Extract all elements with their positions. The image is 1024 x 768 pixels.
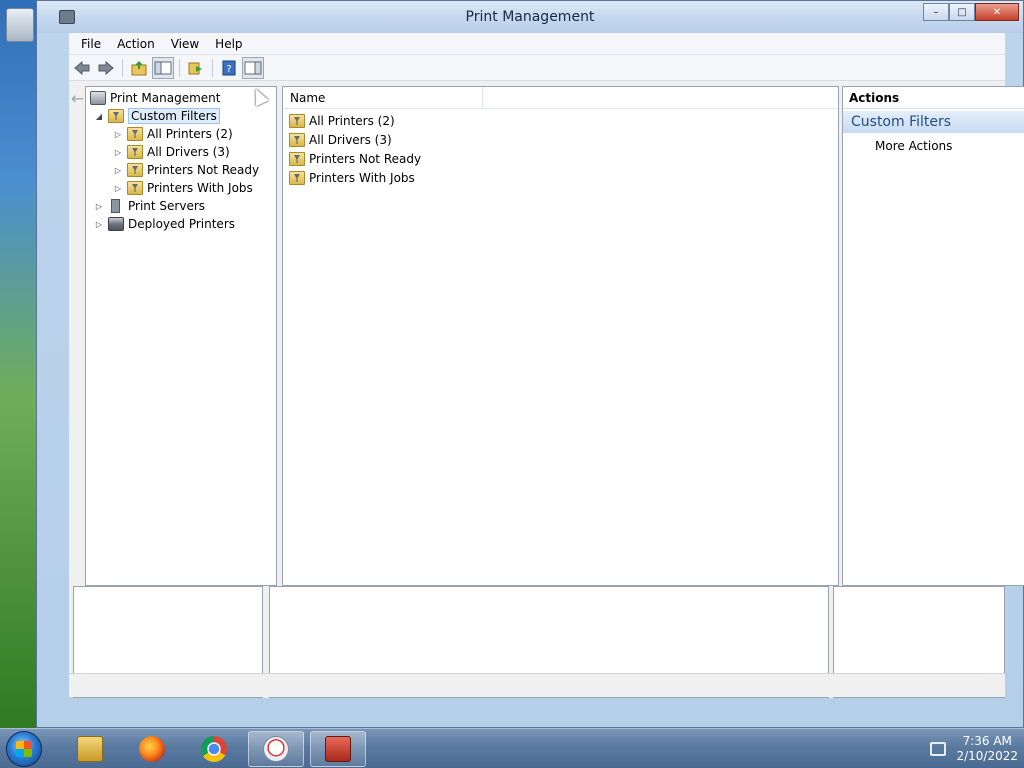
column-header-name[interactable]: Name [283, 87, 483, 108]
actions-pane: Actions Custom Filters ▲ More Actions ▶ [842, 86, 1024, 586]
console-tree-pane: Print Management ◢ Custom Filters ▷ All … [85, 86, 277, 586]
chrome-icon[interactable] [186, 731, 242, 767]
actions-group-custom-filters[interactable]: Custom Filters ▲ [843, 111, 1024, 133]
clock-time: 7:36 AM [962, 734, 1012, 748]
up-folder-icon[interactable] [128, 57, 150, 79]
toolbar-separator [179, 58, 180, 77]
print-management-icon [90, 91, 106, 105]
minimize-button[interactable]: – [923, 3, 949, 21]
list-item-label: All Printers (2) [309, 114, 395, 128]
clock-date: 2/10/2022 [956, 749, 1018, 763]
file-explorer-icon[interactable] [62, 731, 118, 767]
tree-item-label: All Printers (2) [147, 127, 233, 141]
print-management-icon[interactable] [310, 731, 366, 767]
menu-bar: File Action View Help [69, 33, 1005, 55]
tree-item-custom-filters[interactable]: ◢ Custom Filters [94, 107, 220, 125]
clock[interactable]: 7:36 AM 2/10/2022 [956, 734, 1018, 764]
window-controls: – □ ✕ [923, 3, 1019, 21]
filter-folder-icon [127, 127, 143, 141]
filter-folder-icon [289, 114, 305, 128]
collapsed-triangle-icon[interactable]: ▷ [94, 202, 104, 211]
list-item-label: Printers With Jobs [309, 171, 415, 185]
actions-pane-title: Actions [843, 87, 1024, 109]
back-icon[interactable] [71, 57, 93, 79]
actions-group-label: Custom Filters [851, 114, 952, 130]
list-item-label: All Drivers (3) [309, 133, 392, 147]
list-item[interactable]: All Drivers (3) [289, 131, 392, 149]
collapsed-triangle-icon[interactable]: ▷ [113, 130, 123, 139]
filter-folder-icon [127, 181, 143, 195]
tree-item-print-management[interactable]: Print Management [90, 89, 220, 107]
show-hide-action-pane-icon[interactable] [242, 56, 264, 79]
tree-item-all-printers[interactable]: ▷ All Printers (2) [113, 125, 233, 143]
tree-item-label: Deployed Printers [128, 217, 236, 231]
printer-icon [108, 217, 124, 231]
status-bar [69, 673, 1005, 697]
tree-item-printers-not-ready[interactable]: ▷ Printers Not Ready [113, 161, 259, 179]
filter-folder-icon [127, 145, 143, 159]
list-header: Name [283, 87, 838, 109]
nav-back-arrow-icon[interactable]: ← [71, 89, 85, 109]
window-client-area: File Action View Help ? ← Print Manageme… [69, 33, 1024, 698]
tree-item-label: Printers With Jobs [147, 181, 253, 195]
recycle-bin-icon[interactable] [6, 8, 34, 42]
tree-item-label: Custom Filters [128, 108, 220, 124]
menu-action[interactable]: Action [109, 37, 163, 51]
network-icon[interactable] [930, 742, 947, 756]
collapsed-triangle-icon[interactable]: ▷ [113, 148, 123, 157]
tree-item-label: Print Servers [128, 199, 206, 213]
tree-item-printers-with-jobs[interactable]: ▷ Printers With Jobs [113, 179, 253, 197]
forward-icon[interactable] [95, 57, 117, 79]
menu-view[interactable]: View [163, 37, 207, 51]
toolbar-separator [122, 58, 123, 77]
tree-item-label: All Drivers (3) [147, 145, 230, 159]
window-title: Print Management [465, 9, 595, 25]
tree-item-label: Print Management [110, 91, 221, 105]
export-list-icon[interactable] [185, 57, 207, 79]
system-tray: 7:36 AM 2/10/2022 [930, 733, 1018, 765]
svg-text:?: ? [226, 64, 231, 75]
server-icon [111, 199, 120, 213]
firefox-icon[interactable] [124, 731, 180, 767]
list-item[interactable]: All Printers (2) [289, 112, 395, 130]
collapsed-triangle-icon[interactable]: ▷ [113, 166, 123, 175]
filter-folder-icon [127, 163, 143, 177]
taskbar: 7:36 AM 2/10/2022 [0, 728, 1024, 768]
menu-file[interactable]: File [73, 37, 109, 51]
show-hide-tree-icon[interactable] [152, 56, 174, 79]
results-list-pane: Name All Printers (2) All Drivers (3) Pr… [282, 86, 839, 586]
filter-folder-icon [108, 109, 124, 123]
list-item[interactable]: Printers Not Ready [289, 150, 421, 168]
help-icon[interactable]: ? [218, 57, 240, 79]
filter-folder-icon [289, 152, 305, 166]
maximize-button[interactable]: □ [949, 3, 975, 21]
tree-item-label: Printers Not Ready [147, 163, 260, 177]
tree-item-all-drivers[interactable]: ▷ All Drivers (3) [113, 143, 230, 161]
menu-help[interactable]: Help [207, 37, 250, 51]
collapsed-triangle-icon[interactable]: ▷ [113, 184, 123, 193]
start-button[interactable] [6, 731, 42, 767]
title-bar[interactable]: Print Management – □ ✕ [37, 1, 1023, 33]
toolbar: ? [69, 55, 1005, 81]
action-label: More Actions [875, 139, 953, 153]
filter-folder-icon [289, 171, 305, 185]
tree-item-deployed-printers[interactable]: ▷ Deployed Printers [94, 215, 235, 233]
snipping-tool-icon[interactable] [248, 731, 304, 767]
print-management-window: Print Management – □ ✕ File Action View … [36, 0, 1024, 728]
filter-folder-icon [289, 133, 305, 147]
collapsed-triangle-icon[interactable]: ▷ [94, 220, 104, 229]
close-button[interactable]: ✕ [975, 3, 1019, 21]
list-item[interactable]: Printers With Jobs [289, 169, 415, 187]
expanded-triangle-icon[interactable]: ◢ [94, 112, 104, 121]
desktop-background [0, 0, 40, 728]
toolbar-separator [212, 58, 213, 77]
tree-item-print-servers[interactable]: ▷ Print Servers [94, 197, 205, 215]
list-item-label: Printers Not Ready [309, 152, 422, 166]
action-more-actions[interactable]: More Actions ▶ [875, 137, 1024, 155]
